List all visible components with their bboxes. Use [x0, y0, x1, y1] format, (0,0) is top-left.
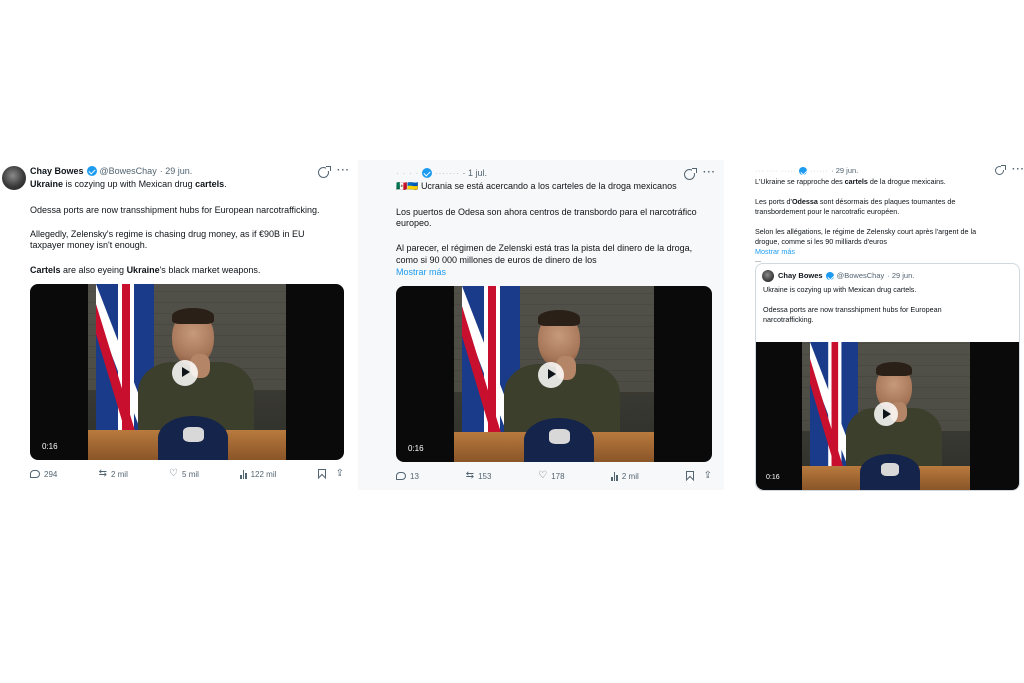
play-icon[interactable]	[874, 402, 898, 426]
tweet-tools: ⇪	[685, 471, 712, 481]
tweet-date[interactable]: · 29 jun.	[831, 166, 858, 175]
tweet-header: Chay Bowes @BowesChay · 29 jun.	[30, 166, 192, 176]
tweet-spanish: · · · · ······· · 1 jul. ··· 🇲🇽🇺🇦 Ucrani…	[358, 160, 724, 490]
retweet-button[interactable]: ⇆ 2 mil	[99, 469, 128, 479]
grok-icon[interactable]	[684, 168, 697, 180]
reply-icon	[396, 472, 406, 480]
tweet-line-1: Ukraine is cozying up with Mexican drug …	[30, 179, 227, 189]
show-more-link[interactable]: Mostrar más	[396, 267, 446, 278]
tweet-top-icons: ···	[318, 166, 350, 178]
retweet-button[interactable]: ⇆ 153	[466, 471, 492, 481]
tweet-line-2: Les ports d'Odessa sont désormais des pl…	[755, 197, 956, 206]
tweet-actions: 294 ⇆ 2 mil ♡ 5 mil 122 mil ⇪	[30, 469, 344, 479]
share-icon[interactable]: ⇪	[704, 471, 712, 481]
views-button[interactable]: 2 mil	[611, 471, 639, 481]
tweet-top-icons: ···	[684, 168, 716, 180]
tweet-line-3: transbordement pour le narcotrafic europ…	[755, 207, 900, 216]
author-handle-blurred: ·······	[435, 168, 460, 178]
play-icon[interactable]	[538, 362, 564, 388]
quote-line-1: Ukraine is cozying up with Mexican drug …	[763, 285, 917, 294]
tweet-line-2: Odessa ports are now transshipment hubs …	[30, 205, 320, 215]
tweet-date[interactable]: · 29 jun.	[160, 166, 193, 176]
quote-author-name: Chay Bowes	[778, 271, 823, 280]
video-time: 0:16	[766, 474, 780, 481]
tweet-line-4: taxpayer money isn't enough.	[30, 240, 148, 250]
grok-icon[interactable]	[318, 166, 331, 178]
more-dots-icon[interactable]: ···	[1012, 165, 1024, 175]
video-time: 0:16	[42, 442, 58, 451]
avatar[interactable]	[2, 166, 26, 190]
flags: 🇲🇽🇺🇦	[396, 181, 419, 191]
bookmark-icon[interactable]	[685, 471, 694, 481]
tweet-line-5: Cartels are also eyeing Ukraine's black …	[30, 265, 261, 275]
views-icon	[240, 469, 247, 479]
tweet-line-1: 🇲🇽🇺🇦 Ucrania se está acercando a los car…	[396, 181, 677, 191]
author-name-blurred: ··· ···· ·····	[755, 166, 797, 175]
tweet-actions: 13 ⇆ 153 ♡ 178 2 mil ⇪	[396, 471, 712, 481]
quote-line-3: narcotrafficking.	[763, 315, 814, 324]
video-player[interactable]: 0:16	[30, 284, 344, 460]
quote-author-handle: @BowesChay	[836, 271, 885, 280]
tweet-top-icons: ···	[995, 165, 1024, 175]
quote-date: · 29 jun.	[887, 271, 915, 280]
reply-button[interactable]: 13	[396, 472, 419, 481]
more-dots-icon[interactable]: ···	[703, 168, 716, 180]
royal-crest	[524, 418, 594, 462]
quote-line-2: Odessa ports are now transshipment hubs …	[763, 305, 942, 314]
play-icon[interactable]	[172, 360, 198, 386]
verified-badge-icon	[799, 166, 808, 175]
retweet-icon: ⇆	[98, 468, 107, 479]
grok-icon[interactable]	[995, 165, 1006, 175]
video-time: 0:16	[408, 444, 424, 453]
tweet-line-1: L'Ukraine se rapproche des cartels de la…	[755, 177, 946, 186]
verified-badge-icon	[825, 271, 834, 280]
tweet-date[interactable]: · 1 jul.	[462, 168, 487, 178]
tweet-line-4: Selon les allégations, le régime de Zele…	[755, 227, 977, 236]
tweet-french: ··· ···· ····· ······ · 29 jun. ··· L'Uk…	[755, 160, 1024, 492]
video-player[interactable]: 0:16	[396, 286, 712, 462]
views-button[interactable]: 122 mil	[240, 469, 276, 479]
tweet-line-3: Allegedly, Zelensky's regime is chasing …	[30, 229, 305, 239]
tweet-header: · · · · ······· · 1 jul.	[396, 168, 487, 178]
share-icon[interactable]: ⇪	[336, 469, 344, 479]
heart-icon: ♡	[169, 468, 179, 479]
tweet-line-5: drogue, comme si les 90 milliards d'euro…	[755, 237, 888, 246]
avatar[interactable]	[762, 270, 774, 282]
reply-icon	[30, 470, 40, 478]
verified-badge-icon	[422, 168, 432, 178]
tweet-line-3: europeo.	[396, 218, 432, 228]
author-name[interactable]: Chay Bowes	[30, 166, 84, 176]
tweet-line-5: como si 90 000 millones de euros de dine…	[396, 255, 597, 265]
verified-badge-icon	[86, 166, 97, 176]
author-name-blurred: · · · ·	[396, 168, 419, 178]
bookmark-icon[interactable]	[317, 469, 326, 479]
tweet-line-4: Al parecer, el régimen de Zelenski está …	[396, 243, 693, 253]
more-dots-icon[interactable]: ···	[337, 166, 350, 178]
heart-icon: ♡	[538, 470, 548, 481]
royal-crest	[860, 454, 920, 490]
quote-header: Chay Bowes @BowesChay · 29 jun.	[778, 271, 914, 280]
like-button[interactable]: ♡ 5 mil	[169, 469, 199, 479]
tweet-tools: ⇪	[317, 469, 344, 479]
reply-button[interactable]: 294	[30, 470, 57, 479]
video-player[interactable]: 0:16	[756, 342, 1019, 490]
tweet-english: Chay Bowes @BowesChay · 29 jun. ··· Ukra…	[0, 158, 352, 488]
author-handle[interactable]: @BowesChay	[100, 166, 157, 176]
like-button[interactable]: ♡ 178	[538, 471, 564, 481]
quoted-tweet[interactable]: Chay Bowes @BowesChay · 29 jun. Ukraine …	[755, 263, 1020, 491]
tweet-header: ··· ···· ····· ······ · 29 jun.	[755, 166, 859, 175]
views-icon	[611, 471, 618, 481]
royal-crest	[158, 416, 228, 460]
tweet-line-2: Los puertos de Odesa son ahora centros d…	[396, 207, 697, 217]
retweet-icon: ⇆	[465, 470, 475, 481]
